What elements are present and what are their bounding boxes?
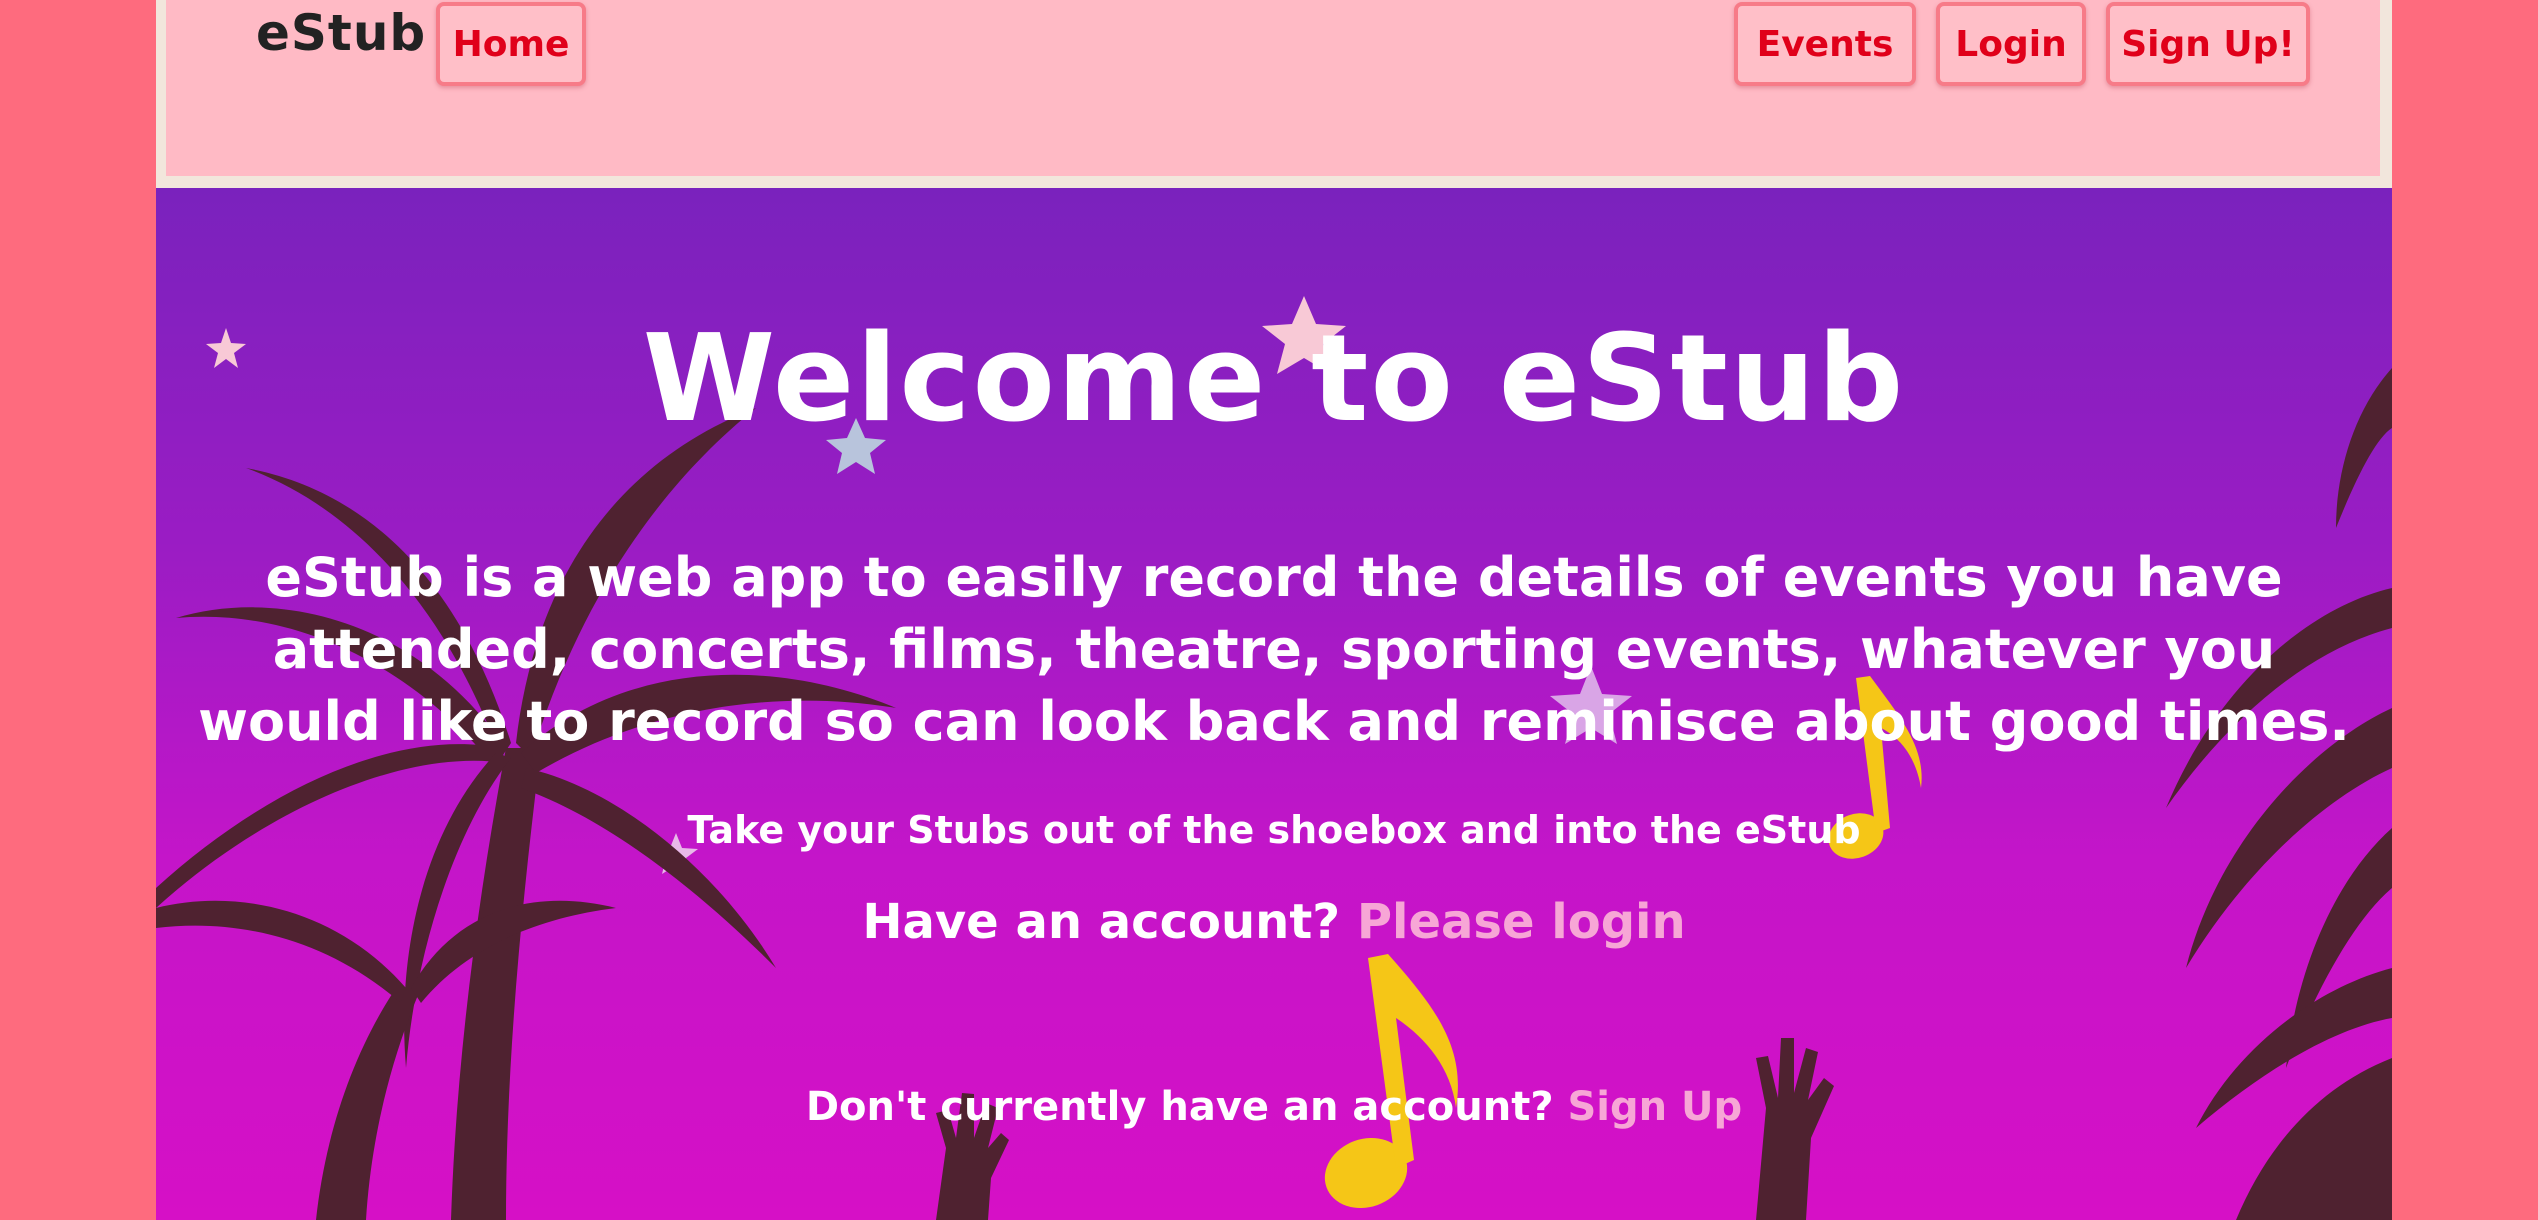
nav-home-button[interactable]: Home	[436, 2, 586, 86]
nav-signup-button[interactable]: Sign Up!	[2106, 2, 2310, 86]
nav-events-button[interactable]: Events	[1734, 2, 1916, 86]
sign-up-link[interactable]: Sign Up	[1567, 1084, 1742, 1130]
hero-section: Welcome to eStub eStub is a web app to e…	[156, 188, 2392, 1220]
please-login-link[interactable]: Please login	[1357, 894, 1686, 950]
navbar-inner: eStub Home Events Login Sign Up!	[166, 0, 2380, 176]
signup-prompt: Don't currently have an account? Sign Up	[156, 1084, 2392, 1130]
navbar: eStub Home Events Login Sign Up!	[156, 0, 2392, 188]
login-prompt: Have an account? Please login	[156, 894, 2392, 950]
hero-description: eStub is a web app to easily record the …	[198, 546, 2350, 753]
hero-title: Welcome to eStub	[642, 310, 1906, 449]
hero-tagline: Take your Stubs out of the shoebox and i…	[687, 808, 1861, 852]
nav-login-button[interactable]: Login	[1936, 2, 2086, 86]
brand-logo[interactable]: eStub	[256, 4, 426, 62]
login-prompt-text: Have an account?	[862, 894, 1341, 950]
signup-prompt-text: Don't currently have an account?	[805, 1084, 1554, 1130]
page: eStub Home Events Login Sign Up! Welcome…	[156, 0, 2392, 1220]
